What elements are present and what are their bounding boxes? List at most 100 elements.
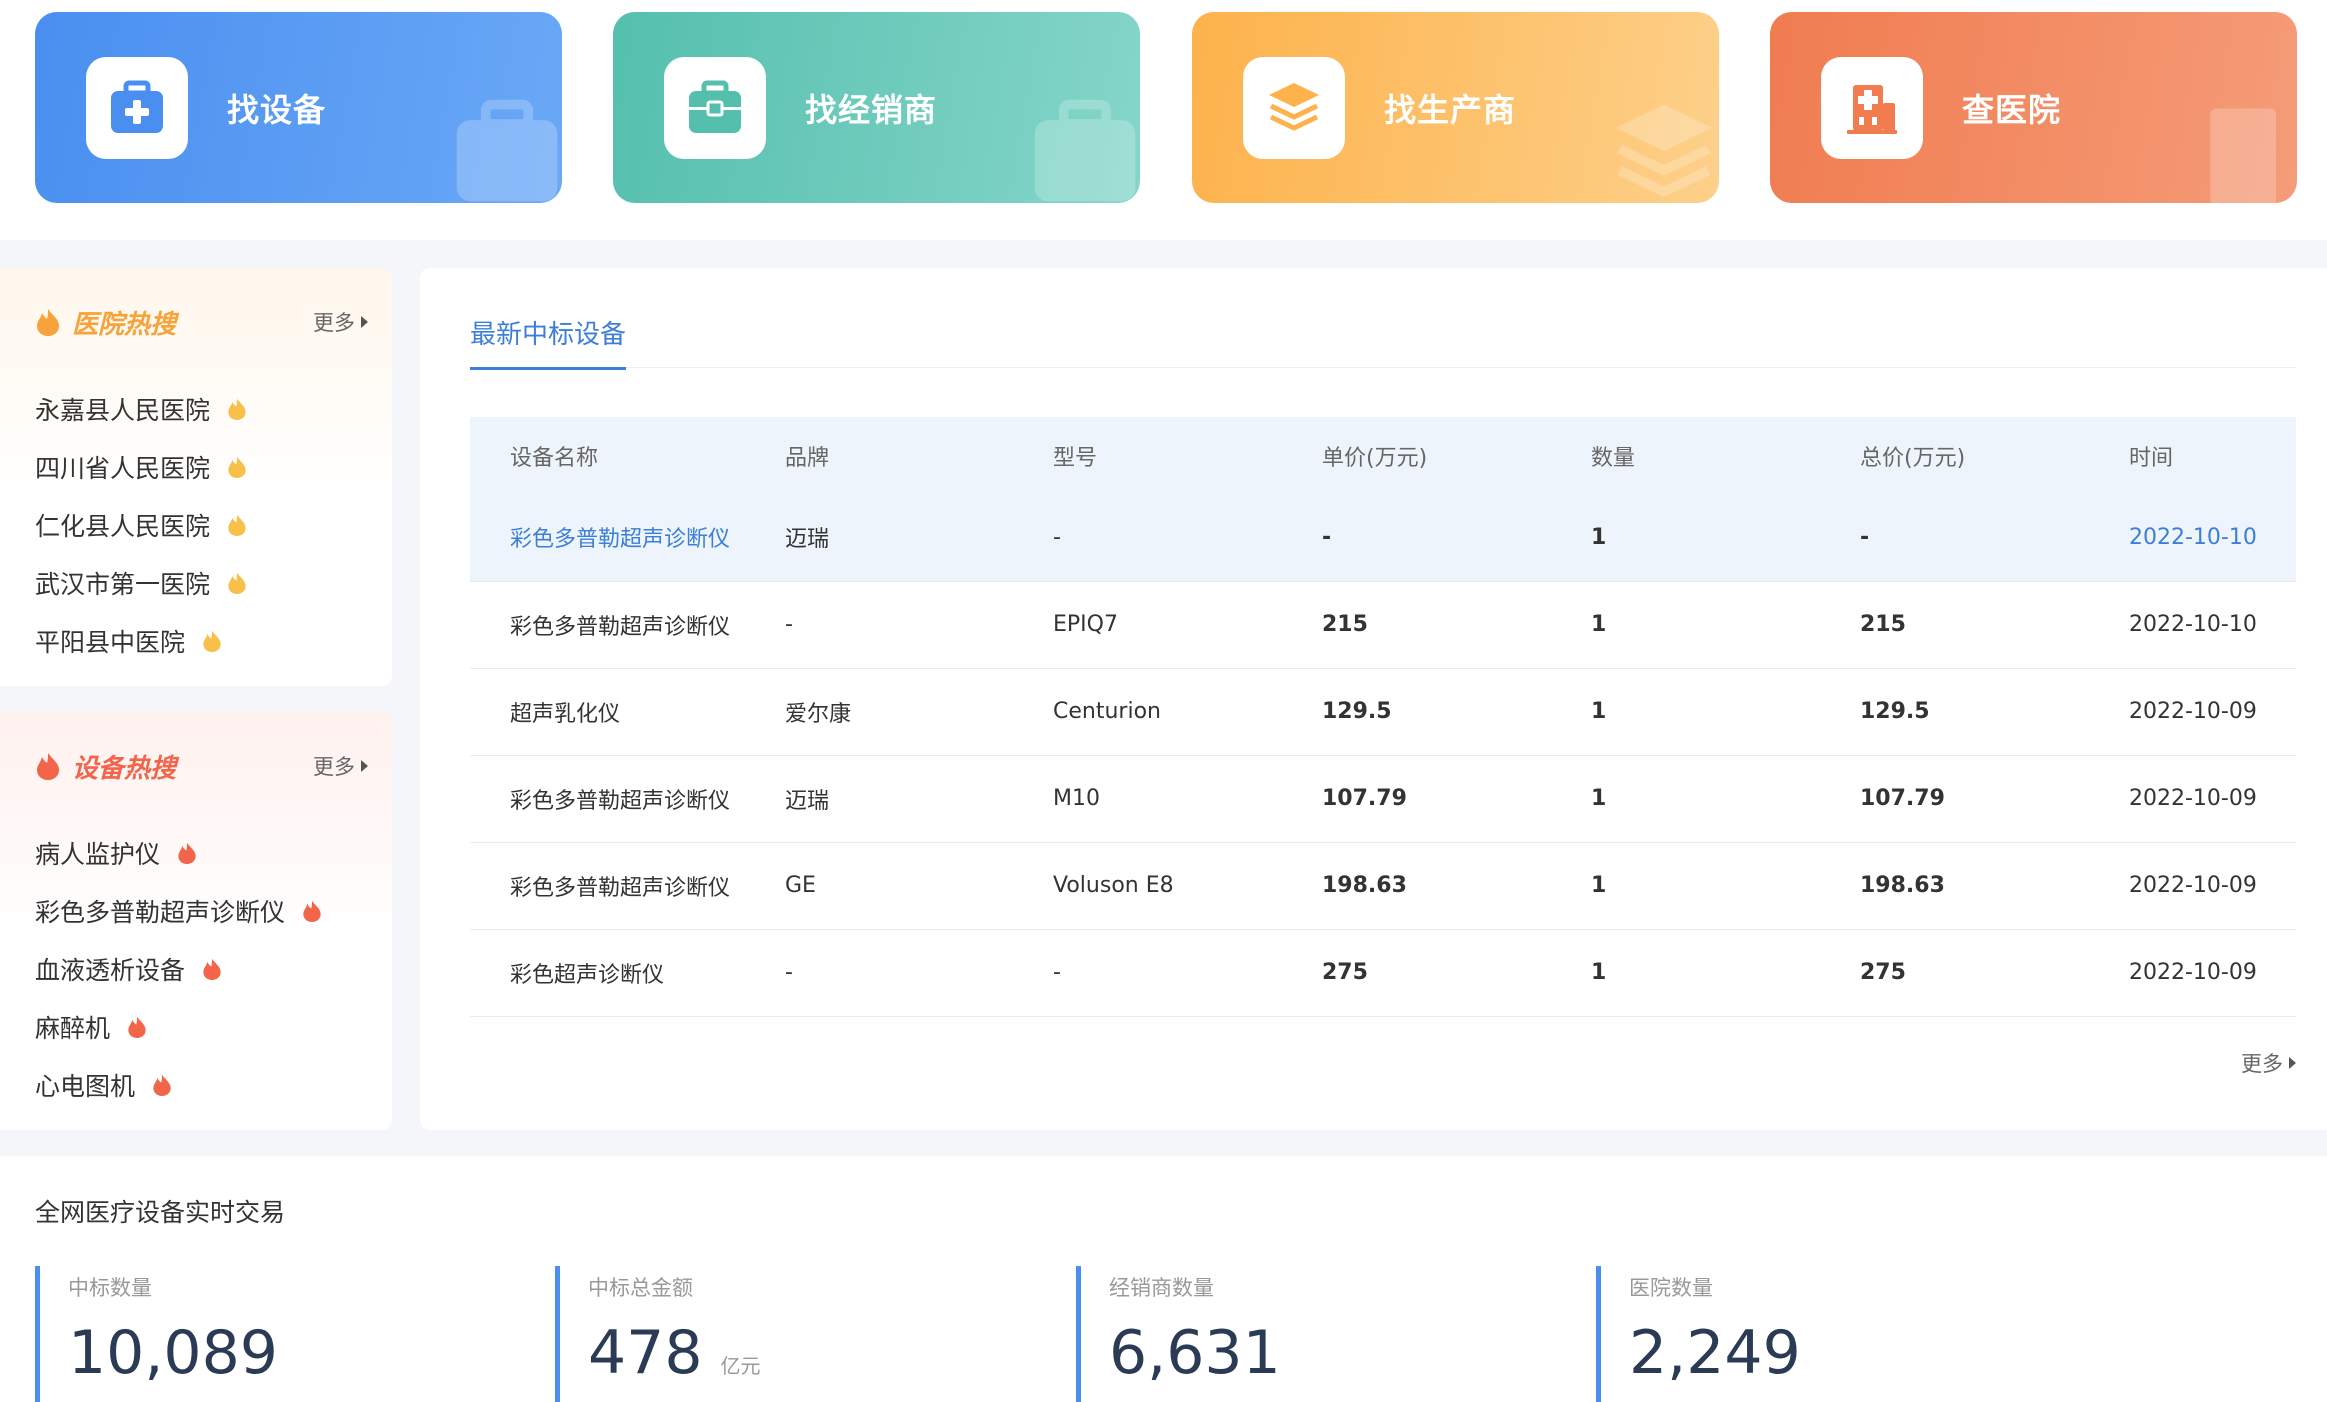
cell-total-price: - xyxy=(1820,494,2089,582)
cell-model: M10 xyxy=(1013,755,1282,843)
layers-icon xyxy=(1243,57,1345,159)
column-header: 总价(万元) xyxy=(1820,417,2089,494)
cell-model: - xyxy=(1013,494,1282,582)
equipment-hot-search-title: 设备热搜 xyxy=(72,753,177,784)
table-row[interactable]: 彩色多普勒超声诊断仪 迈瑞 M10 107.79 1 107.79 2022-1… xyxy=(470,755,2296,843)
table-row[interactable]: 彩色多普勒超声诊断仪 - EPIQ7 215 1 215 2022-10-10 xyxy=(470,581,2296,669)
table-header-row: 设备名称 品牌 型号 单价(万元) 数量 总价(万元) 时间 xyxy=(470,417,2296,494)
equipment-hot-search-panel: 设备热搜 更多 病人监护仪 彩色多普勒超声诊断仪 血液透析设备 麻醉机 心电图机 xyxy=(0,712,392,1130)
hospital-hot-item[interactable]: 武汉市第一医院 xyxy=(35,554,248,612)
flame-icon xyxy=(203,630,221,652)
cell-brand: - xyxy=(745,929,1013,1017)
cell-equipment-name: 超声乳化仪 xyxy=(470,668,745,756)
find-distributor-card[interactable]: 找经销商 xyxy=(613,12,1140,203)
cell-equipment-name: 彩色多普勒超声诊断仪 xyxy=(470,494,745,582)
equipment-hot-item[interactable]: 心电图机 xyxy=(35,1056,323,1114)
flame-icon xyxy=(228,514,246,536)
cell-time: 2022-10-09 xyxy=(2089,842,2296,930)
cell-total-price: 107.79 xyxy=(1820,755,2089,843)
column-header: 品牌 xyxy=(745,417,1013,494)
caret-right-icon xyxy=(2289,1057,2296,1069)
cell-total-price: 198.63 xyxy=(1820,842,2089,930)
cell-quantity: 1 xyxy=(1551,581,1820,669)
cell-equipment-name: 彩色超声诊断仪 xyxy=(470,929,745,1017)
stat-label: 医院数量 xyxy=(1629,1276,1713,1300)
briefcase-watermark-icon xyxy=(1034,99,1136,202)
hospital-hot-item[interactable]: 仁化县人民医院 xyxy=(35,496,248,554)
more-label: 更多 xyxy=(313,311,355,335)
caret-right-icon xyxy=(361,316,368,328)
flame-icon xyxy=(128,1016,146,1038)
cell-unit-price: 198.63 xyxy=(1282,842,1551,930)
stat-label: 中标总金额 xyxy=(588,1276,693,1300)
cell-model: Centurion xyxy=(1013,668,1282,756)
cell-model: Voluson E8 xyxy=(1013,842,1282,930)
cell-unit-price: 107.79 xyxy=(1282,755,1551,843)
stat-value: 6,631 xyxy=(1109,1318,1281,1388)
hospital-watermark-icon xyxy=(2210,108,2277,203)
hospital-hot-more-link[interactable]: 更多 xyxy=(313,307,368,337)
equipment-name: 麻醉机 xyxy=(35,1014,111,1043)
table-row[interactable]: 彩色多普勒超声诊断仪 迈瑞 - - 1 - 2022-10-10 xyxy=(470,494,2296,582)
cell-brand: 爱尔康 xyxy=(745,668,1013,756)
flame-icon xyxy=(178,842,196,864)
flame-icon xyxy=(303,900,321,922)
cell-time: 2022-10-10 xyxy=(2089,494,2296,582)
more-label: 更多 xyxy=(2241,1052,2283,1076)
equipment-hot-list: 病人监护仪 彩色多普勒超声诊断仪 血液透析设备 麻醉机 心电图机 xyxy=(35,824,323,1114)
table-row[interactable]: 彩色多普勒超声诊断仪 GE Voluson E8 198.63 1 198.63… xyxy=(470,842,2296,930)
equipment-hot-item[interactable]: 血液透析设备 xyxy=(35,940,323,998)
latest-bid-equipment-panel: 最新中标设备 设备名称 品牌 型号 单价(万元) 数量 总价(万元) 时间 彩色… xyxy=(420,268,2327,1130)
cell-brand: 迈瑞 xyxy=(745,494,1013,582)
bid-equipment-table: 设备名称 品牌 型号 单价(万元) 数量 总价(万元) 时间 彩色多普勒超声诊断… xyxy=(470,417,2296,1017)
cell-equipment-name: 彩色多普勒超声诊断仪 xyxy=(470,755,745,843)
search-hospital-card[interactable]: 查医院 xyxy=(1770,12,2297,203)
column-header: 时间 xyxy=(2089,417,2296,494)
flame-icon xyxy=(37,309,59,336)
medical-kit-watermark-icon xyxy=(456,99,558,202)
table-row[interactable]: 彩色超声诊断仪 - - 275 1 275 2022-10-09 xyxy=(470,929,2296,1017)
hospital-hot-list: 永嘉县人民医院 四川省人民医院 仁化县人民医院 武汉市第一医院 平阳县中医院 xyxy=(35,380,248,670)
cell-total-price: 275 xyxy=(1820,929,2089,1017)
cell-brand: GE xyxy=(745,842,1013,930)
cell-quantity: 1 xyxy=(1551,668,1820,756)
cell-brand: - xyxy=(745,581,1013,669)
table-more-link[interactable]: 更多 xyxy=(2241,1048,2296,1078)
equipment-hot-item[interactable]: 病人监护仪 xyxy=(35,824,323,882)
find-manufacturer-card[interactable]: 找生产商 xyxy=(1192,12,1719,203)
equipment-hot-more-link[interactable]: 更多 xyxy=(313,751,368,781)
cell-quantity: 1 xyxy=(1551,842,1820,930)
find-equipment-card[interactable]: 找设备 xyxy=(35,12,562,203)
layers-watermark-icon xyxy=(1615,104,1713,198)
equipment-name: 心电图机 xyxy=(35,1072,136,1101)
column-header: 设备名称 xyxy=(470,417,745,494)
hospital-hot-item[interactable]: 平阳县中医院 xyxy=(35,612,248,670)
card-label: 找设备 xyxy=(227,90,327,129)
hospital-hot-search-panel: 医院热搜 更多 永嘉县人民医院 四川省人民医院 仁化县人民医院 武汉市第一医院 … xyxy=(0,268,392,686)
hospital-hot-item[interactable]: 永嘉县人民医院 xyxy=(35,380,248,438)
table-row[interactable]: 超声乳化仪 爱尔康 Centurion 129.5 1 129.5 2022-1… xyxy=(470,668,2296,756)
hospital-name: 仁化县人民医院 xyxy=(35,512,211,541)
stat-label: 中标数量 xyxy=(68,1276,152,1300)
equipment-hot-search-header: 设备热搜 更多 xyxy=(34,746,368,786)
cell-equipment-name: 彩色多普勒超声诊断仪 xyxy=(470,842,745,930)
stat-bid-total-amount: 中标总金额 478 亿元 xyxy=(555,1266,761,1402)
equipment-name: 彩色多普勒超声诊断仪 xyxy=(35,898,286,927)
more-label: 更多 xyxy=(313,755,355,779)
hospital-hot-item[interactable]: 四川省人民医院 xyxy=(35,438,248,496)
stat-unit: 亿元 xyxy=(720,1354,761,1378)
hospital-name: 永嘉县人民医院 xyxy=(35,396,211,425)
realtime-transactions-panel: 全网医疗设备实时交易 中标数量 10,089 中标总金额 478 亿元 经销商数… xyxy=(0,1156,2327,1402)
stat-hospital-count: 医院数量 2,249 xyxy=(1596,1266,1819,1402)
equipment-hot-item[interactable]: 麻醉机 xyxy=(35,998,323,1056)
card-label: 找生产商 xyxy=(1384,90,1517,129)
tab-latest-bid-equipment[interactable]: 最新中标设备 xyxy=(470,314,627,370)
tab-bar: 最新中标设备 xyxy=(470,268,2296,370)
cell-total-price: 215 xyxy=(1820,581,2089,669)
cell-unit-price: 215 xyxy=(1282,581,1551,669)
medical-kit-icon xyxy=(86,57,188,159)
hospital-name: 平阳县中医院 xyxy=(35,628,186,657)
card-label: 查医院 xyxy=(1962,90,2062,129)
equipment-name: 血液透析设备 xyxy=(35,956,186,985)
equipment-hot-item[interactable]: 彩色多普勒超声诊断仪 xyxy=(35,882,323,940)
